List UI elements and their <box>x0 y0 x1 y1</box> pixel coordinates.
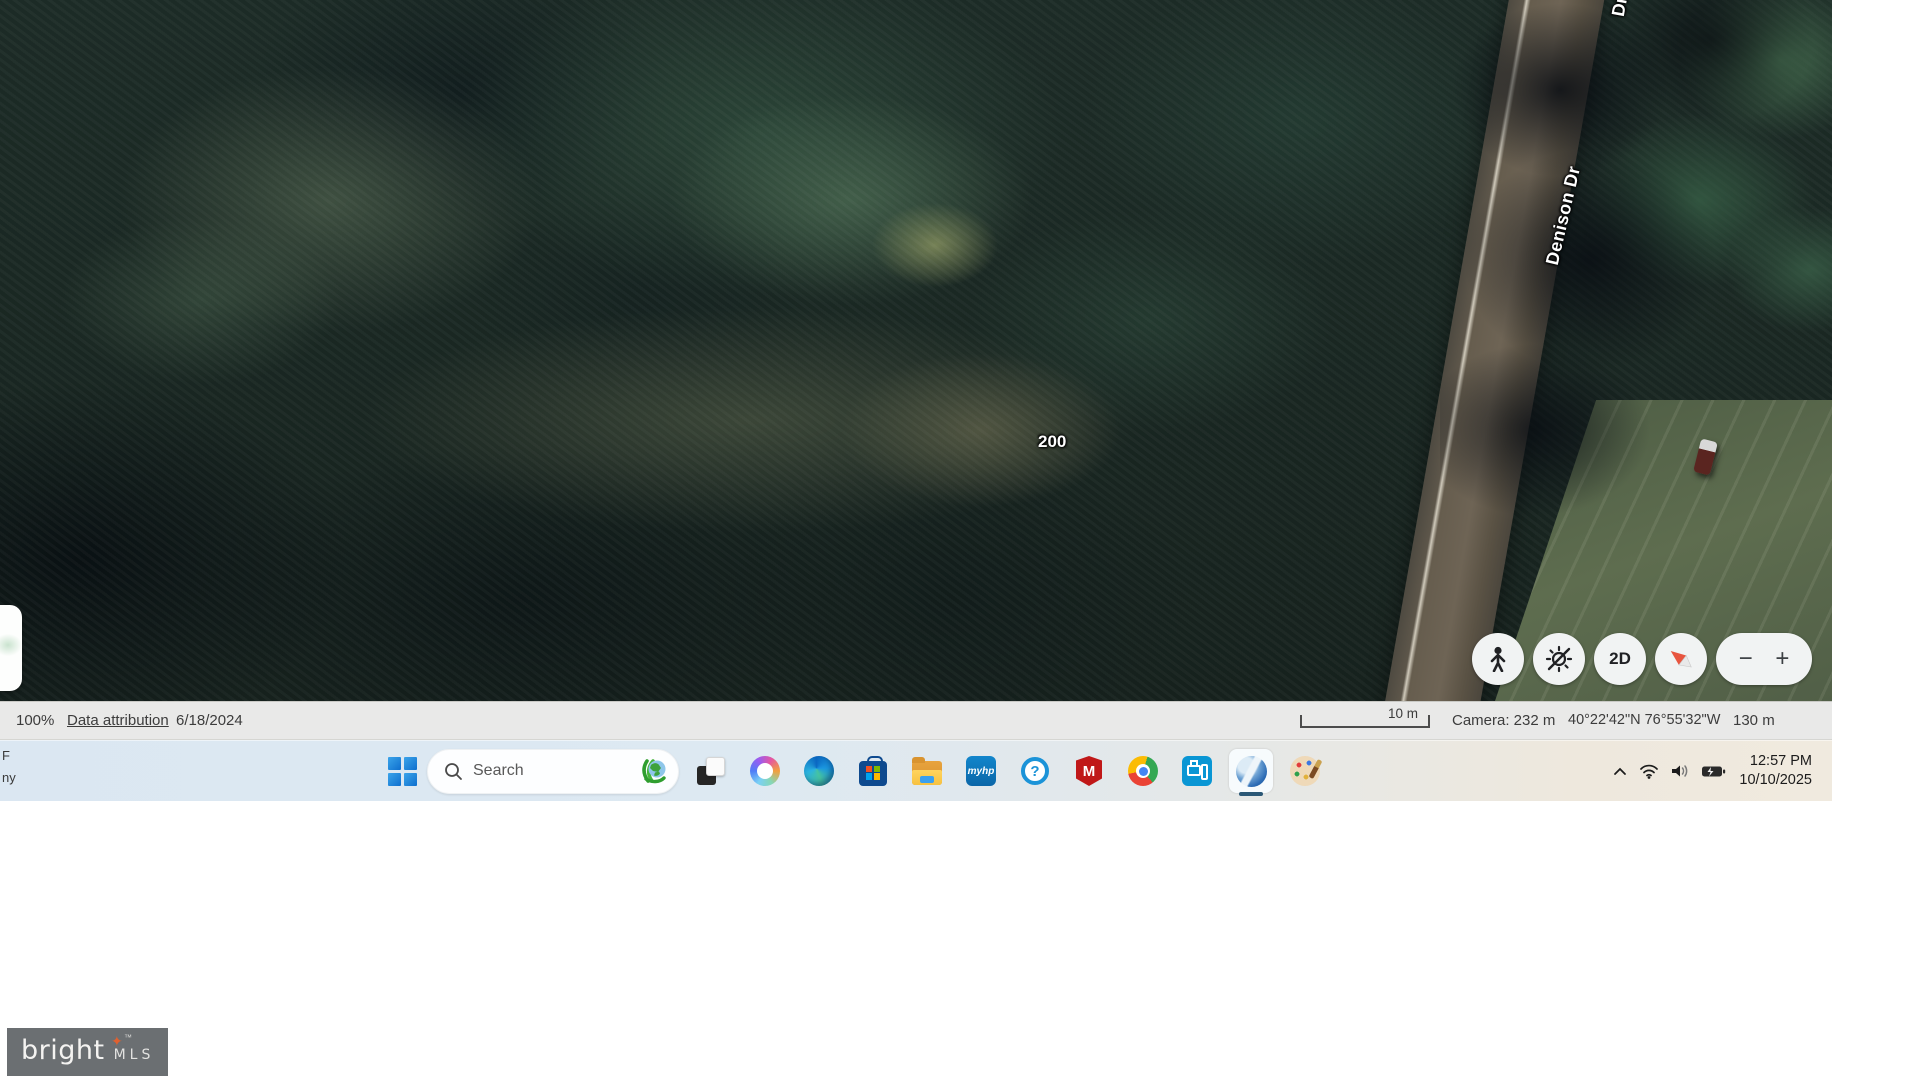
watermark-brand-text: bright <box>21 1035 105 1066</box>
taskbar-app-copilot[interactable] <box>743 749 787 793</box>
windows-taskbar: F ny Search <box>0 740 1832 801</box>
edge-photo-card[interactable] <box>0 605 22 691</box>
scale-bar: 10 m <box>1300 715 1430 728</box>
system-tray: 12:57 PM 10/10/2025 <box>1612 741 1812 801</box>
app-window: Denison Dr Dr 200 <box>0 0 1832 801</box>
chevron-up-icon[interactable] <box>1612 766 1628 777</box>
zoom-out-button[interactable]: − <box>1739 645 1753 673</box>
taskbar-app-task-view[interactable] <box>689 749 733 793</box>
taskbar-app-myhp[interactable]: myhp <box>959 749 1003 793</box>
data-attribution-link[interactable]: Data attribution <box>67 712 169 729</box>
file-explorer-icon <box>912 761 942 785</box>
zoom-in-button[interactable]: + <box>1775 645 1789 673</box>
earth-status-bar: 100% Data attribution 6/18/2024 10 m Cam… <box>0 701 1832 740</box>
zoom-percent: 100% <box>16 712 54 729</box>
camera-altitude: Camera: 232 m <box>1452 712 1555 729</box>
2d-mode-button[interactable]: 2D <box>1594 633 1646 685</box>
tray-icons <box>1612 763 1726 779</box>
help-icon: ? <box>1021 757 1049 785</box>
taskbar-app-hp-smart[interactable] <box>1175 749 1219 793</box>
elevation: 130 m <box>1733 712 1775 729</box>
taskbar-app-microsoft-store[interactable] <box>851 749 895 793</box>
taskbar-app-file-explorer[interactable] <box>905 749 949 793</box>
mcafee-icon: M <box>1076 756 1102 786</box>
taskbar-app-paint[interactable] <box>1283 749 1327 793</box>
taskbar-app-chrome[interactable] <box>1121 749 1165 793</box>
paint-icon <box>1290 756 1320 786</box>
imagery-date: 6/18/2024 <box>176 712 243 729</box>
battery-charging-icon[interactable] <box>1701 764 1726 779</box>
star-icon: ✦ <box>111 1034 123 1050</box>
start-button[interactable] <box>388 757 417 786</box>
parcel-label-200: 200 <box>1038 432 1066 452</box>
bing-daily-ribbon-earth-icon <box>638 756 668 786</box>
tray-date: 10/10/2025 <box>1739 771 1812 790</box>
zoom-control: − + <box>1716 633 1812 685</box>
compass-icon <box>1665 643 1697 675</box>
myhp-icon: myhp <box>966 756 996 786</box>
tree-shadows <box>1440 0 1832 540</box>
hp-smart-icon <box>1182 756 1212 786</box>
search-icon <box>444 762 463 781</box>
bright-mls-watermark: bright ✦ ™ MLS <box>7 1028 168 1076</box>
desktop-partial-text-1: F <box>2 748 10 763</box>
2d-label: 2D <box>1609 649 1631 669</box>
copilot-icon <box>750 756 780 786</box>
taskbar-app-edge[interactable] <box>797 749 841 793</box>
taskbar-app-google-earth[interactable] <box>1229 749 1273 793</box>
wifi-icon[interactable] <box>1639 763 1659 779</box>
tray-time: 12:57 PM <box>1739 752 1812 771</box>
satellite-map-viewport[interactable]: Denison Dr Dr 200 <box>0 0 1832 701</box>
taskbar-app-get-help[interactable]: ? <box>1013 749 1057 793</box>
sun-lighting-button[interactable] <box>1533 633 1585 685</box>
taskbar-center: Search <box>388 741 1327 801</box>
google-earth-icon <box>1236 756 1267 787</box>
search-placeholder: Search <box>473 762 628 780</box>
sun-slash-icon <box>1545 645 1573 673</box>
map-controls: 2D − + <box>1472 633 1812 685</box>
taskbar-clock[interactable]: 12:57 PM 10/10/2025 <box>1739 752 1812 790</box>
pegman-icon <box>1487 646 1509 672</box>
edge-icon <box>804 756 834 786</box>
pegman-button[interactable] <box>1472 633 1524 685</box>
microsoft-store-icon <box>859 761 887 786</box>
volume-icon[interactable] <box>1670 763 1690 779</box>
chrome-icon <box>1128 756 1158 786</box>
task-view-icon <box>697 757 725 785</box>
desktop-partial-text-2: ny <box>2 770 16 785</box>
compass-button[interactable] <box>1655 633 1707 685</box>
trademark-symbol: ™ <box>124 1033 132 1042</box>
search-input[interactable]: Search <box>427 749 679 794</box>
taskbar-app-mcafee[interactable]: M <box>1067 749 1111 793</box>
coordinates: 40°22'42"N 76°55'32"W <box>1568 712 1720 728</box>
scale-label: 10 m <box>1388 706 1418 721</box>
